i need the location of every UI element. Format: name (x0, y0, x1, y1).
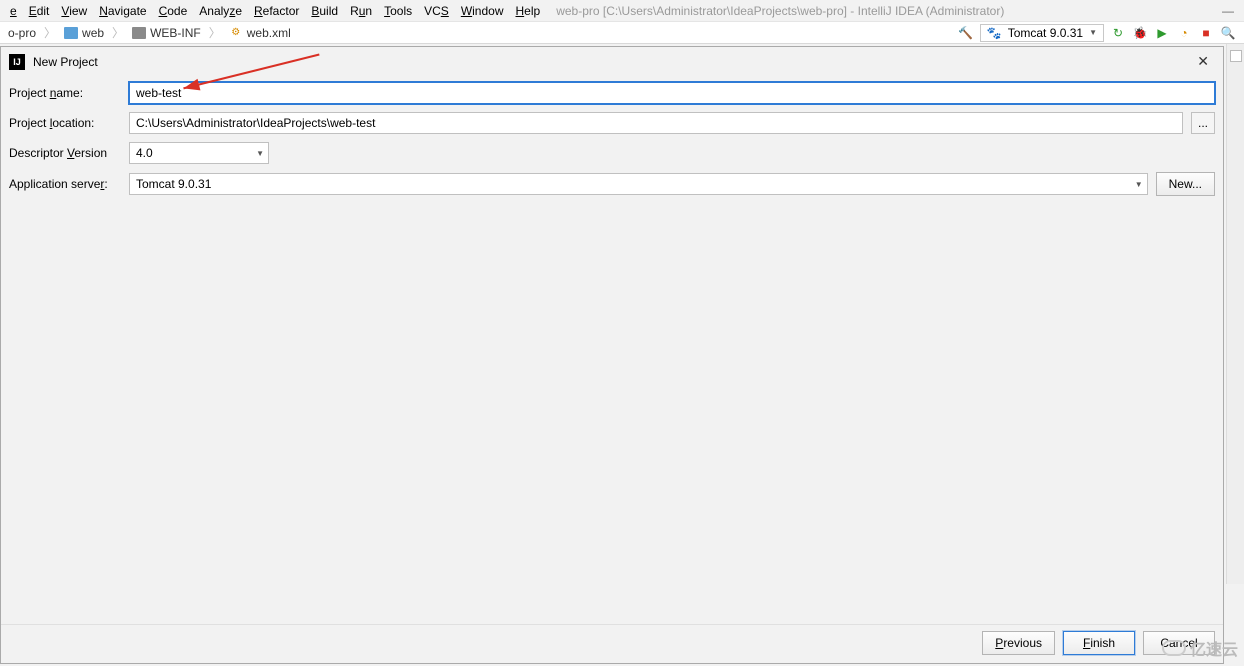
new-server-button[interactable]: New... (1156, 172, 1215, 196)
menu-code[interactable]: Code (153, 2, 194, 20)
chevron-down-icon: ▼ (256, 149, 264, 158)
descriptor-version-label: Descriptor Version (9, 146, 121, 160)
app-server-dropdown[interactable]: Tomcat 9.0.31 ▼ (129, 173, 1148, 195)
project-name-row: Project name: (9, 82, 1215, 104)
menu-help[interactable]: Help (510, 2, 547, 20)
project-location-label: Project location: (9, 116, 121, 130)
menu-window[interactable]: Window (455, 2, 510, 20)
navigation-bar: o-pro 〉 web 〉 WEB-INF 〉 ⚙web.xml 🔨 🐾 Tom… (0, 22, 1244, 44)
dialog-title-text: New Project (33, 55, 98, 69)
descriptor-version-dropdown[interactable]: 4.0 ▼ (129, 142, 269, 164)
stop-icon[interactable]: ■ (1198, 25, 1214, 41)
run-config-dropdown[interactable]: 🐾 Tomcat 9.0.31 ▼ (980, 24, 1104, 42)
breadcrumb-webinf[interactable]: WEB-INF (128, 26, 205, 40)
breadcrumb-sep: 〉 (110, 24, 126, 41)
gutter-marker[interactable] (1230, 50, 1242, 62)
descriptor-version-value: 4.0 (136, 146, 153, 160)
project-name-input[interactable] (129, 82, 1215, 104)
window-title: web-pro [C:\Users\Administrator\IdeaProj… (556, 4, 1222, 18)
menu-file[interactable]: e (4, 2, 23, 20)
app-server-label: Application server: (9, 177, 121, 191)
xml-file-icon: ⚙ (229, 26, 243, 40)
chevron-down-icon: ▼ (1089, 28, 1097, 37)
menu-analyze[interactable]: Analyze (193, 2, 248, 20)
window-controls: — (1222, 4, 1240, 18)
profile-icon[interactable]: ◔ (1176, 25, 1192, 41)
breadcrumb-file[interactable]: ⚙web.xml (225, 26, 295, 40)
chevron-down-icon: ▼ (1135, 180, 1143, 189)
menu-navigate[interactable]: Navigate (93, 2, 152, 20)
menu-vcs[interactable]: VCS (418, 2, 455, 20)
browse-location-button[interactable]: ... (1191, 112, 1215, 134)
run-icon[interactable]: ↻ (1110, 25, 1126, 41)
breadcrumb-sep: 〉 (207, 24, 223, 41)
breadcrumb-sep: 〉 (42, 24, 58, 41)
finish-button[interactable]: Finish (1063, 631, 1135, 655)
project-location-row: Project location: ... (9, 112, 1215, 134)
folder-icon (64, 27, 78, 39)
app-server-row: Application server: Tomcat 9.0.31 ▼ New.… (9, 172, 1215, 196)
debug-icon[interactable]: 🐞 (1132, 25, 1148, 41)
new-project-dialog: IJ New Project ✕ Project name: Project l… (0, 46, 1224, 664)
run-coverage-icon[interactable]: ▶ (1154, 25, 1170, 41)
project-location-input[interactable] (129, 112, 1183, 134)
menu-build[interactable]: Build (305, 2, 344, 20)
menu-edit[interactable]: Edit (23, 2, 56, 20)
menu-view[interactable]: View (55, 2, 93, 20)
right-gutter (1226, 44, 1244, 584)
run-config-label: Tomcat 9.0.31 (1008, 26, 1083, 40)
menu-tools[interactable]: Tools (378, 2, 418, 20)
menu-run[interactable]: Run (344, 2, 378, 20)
dialog-close-button[interactable]: ✕ (1191, 51, 1215, 72)
dialog-body: Project name: Project location: ... Desc… (1, 76, 1223, 624)
menu-refactor[interactable]: Refactor (248, 2, 305, 20)
breadcrumb-project[interactable]: o-pro (4, 26, 40, 40)
cancel-button[interactable]: Cancel (1143, 631, 1215, 655)
intellij-icon: IJ (9, 54, 25, 70)
project-name-label: Project name: (9, 86, 121, 100)
main-menubar: e Edit View Navigate Code Analyze Refact… (0, 0, 1244, 22)
app-server-value: Tomcat 9.0.31 (136, 177, 211, 191)
tomcat-icon: 🐾 (987, 26, 1002, 40)
search-everywhere-icon[interactable]: 🔍 (1220, 25, 1236, 41)
breadcrumb-web[interactable]: web (60, 26, 108, 40)
minimize-icon[interactable]: — (1222, 4, 1234, 18)
dialog-titlebar: IJ New Project ✕ (1, 47, 1223, 76)
dialog-footer: Previous Finish Cancel (1, 624, 1223, 663)
folder-icon (132, 27, 146, 39)
descriptor-version-row: Descriptor Version 4.0 ▼ (9, 142, 1215, 164)
build-hammer-icon[interactable]: 🔨 (958, 25, 974, 41)
previous-button[interactable]: Previous (982, 631, 1055, 655)
